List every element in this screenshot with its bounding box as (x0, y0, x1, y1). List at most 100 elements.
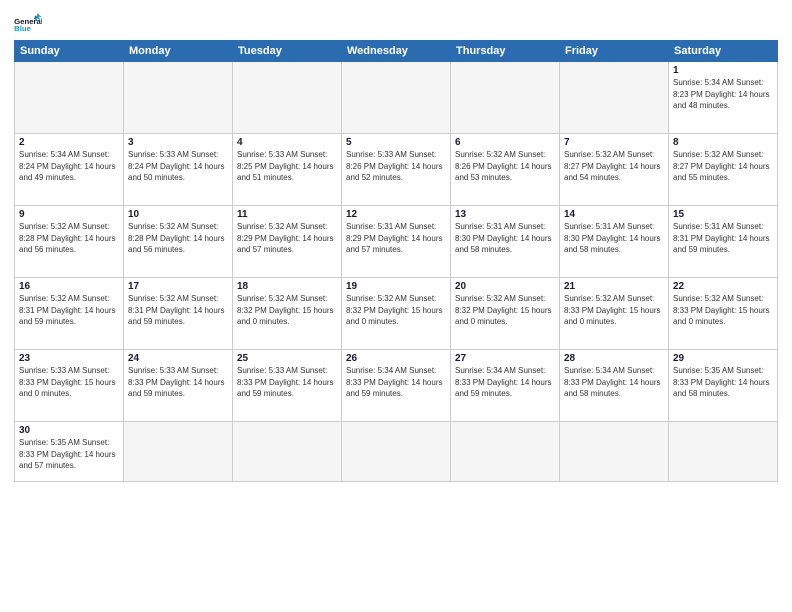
calendar-day-cell: 13Sunrise: 5:31 AM Sunset: 8:30 PM Dayli… (451, 206, 560, 278)
calendar-day-cell: 28Sunrise: 5:34 AM Sunset: 8:33 PM Dayli… (560, 350, 669, 422)
day-number: 5 (346, 137, 446, 148)
calendar-day-cell: 3Sunrise: 5:33 AM Sunset: 8:24 PM Daylig… (124, 134, 233, 206)
calendar-day-cell: 30Sunrise: 5:35 AM Sunset: 8:33 PM Dayli… (15, 422, 124, 482)
day-number: 15 (673, 209, 773, 220)
day-info: Sunrise: 5:33 AM Sunset: 8:25 PM Dayligh… (237, 149, 337, 184)
calendar-day-cell: 1Sunrise: 5:34 AM Sunset: 8:23 PM Daylig… (669, 62, 778, 134)
day-number: 12 (346, 209, 446, 220)
day-number: 13 (455, 209, 555, 220)
calendar-day-cell: 20Sunrise: 5:32 AM Sunset: 8:32 PM Dayli… (451, 278, 560, 350)
day-number: 25 (237, 353, 337, 364)
day-info: Sunrise: 5:33 AM Sunset: 8:24 PM Dayligh… (128, 149, 228, 184)
day-number: 17 (128, 281, 228, 292)
weekday-header-monday: Monday (124, 41, 233, 62)
calendar-day-cell (233, 62, 342, 134)
calendar-day-cell (342, 62, 451, 134)
calendar-day-cell: 4Sunrise: 5:33 AM Sunset: 8:25 PM Daylig… (233, 134, 342, 206)
day-info: Sunrise: 5:35 AM Sunset: 8:33 PM Dayligh… (19, 437, 119, 472)
logo-bird-icon: General Blue (14, 12, 42, 32)
calendar-day-cell: 12Sunrise: 5:31 AM Sunset: 8:29 PM Dayli… (342, 206, 451, 278)
day-info: Sunrise: 5:32 AM Sunset: 8:28 PM Dayligh… (19, 221, 119, 256)
calendar-day-cell: 5Sunrise: 5:33 AM Sunset: 8:26 PM Daylig… (342, 134, 451, 206)
day-info: Sunrise: 5:33 AM Sunset: 8:33 PM Dayligh… (128, 365, 228, 400)
day-info: Sunrise: 5:31 AM Sunset: 8:30 PM Dayligh… (455, 221, 555, 256)
weekday-header-friday: Friday (560, 41, 669, 62)
calendar-day-cell: 29Sunrise: 5:35 AM Sunset: 8:33 PM Dayli… (669, 350, 778, 422)
calendar-day-cell: 26Sunrise: 5:34 AM Sunset: 8:33 PM Dayli… (342, 350, 451, 422)
day-info: Sunrise: 5:32 AM Sunset: 8:32 PM Dayligh… (237, 293, 337, 328)
calendar-week-row: 9Sunrise: 5:32 AM Sunset: 8:28 PM Daylig… (15, 206, 778, 278)
calendar-day-cell: 8Sunrise: 5:32 AM Sunset: 8:27 PM Daylig… (669, 134, 778, 206)
day-info: Sunrise: 5:32 AM Sunset: 8:31 PM Dayligh… (128, 293, 228, 328)
day-info: Sunrise: 5:32 AM Sunset: 8:33 PM Dayligh… (564, 293, 664, 328)
logo-icon: General Blue (14, 12, 42, 32)
day-number: 4 (237, 137, 337, 148)
calendar-table: SundayMondayTuesdayWednesdayThursdayFrid… (14, 40, 778, 482)
calendar-week-row: 23 Sunrise: 5:33 AM Sunset: 8:33 PM Dayli… (15, 350, 778, 422)
calendar-day-cell (233, 422, 342, 482)
day-number: 24 (128, 353, 228, 364)
calendar-day-cell: 7Sunrise: 5:32 AM Sunset: 8:27 PM Daylig… (560, 134, 669, 206)
day-number: 16 (19, 281, 119, 292)
day-info: Sunrise: 5:31 AM Sunset: 8:29 PM Dayligh… (346, 221, 446, 256)
day-number: 10 (128, 209, 228, 220)
calendar-day-cell: 23Sunrise: 5:33 AM Sunset: 8:33 PM Dayli… (15, 350, 124, 422)
day-info: Sunrise: 5:32 AM Sunset: 8:32 PM Dayligh… (346, 293, 446, 328)
calendar-day-cell: 16Sunrise: 5:32 AM Sunset: 8:31 PM Dayli… (15, 278, 124, 350)
calendar-day-cell: 25Sunrise: 5:33 AM Sunset: 8:33 PM Dayli… (233, 350, 342, 422)
day-info: Sunrise: 5:34 AM Sunset: 8:33 PM Dayligh… (455, 365, 555, 400)
calendar-day-cell (669, 422, 778, 482)
calendar-day-cell (342, 422, 451, 482)
calendar-day-cell: 9Sunrise: 5:32 AM Sunset: 8:28 PM Daylig… (15, 206, 124, 278)
day-info: Sunrise: 5:32 AM Sunset: 8:32 PM Dayligh… (455, 293, 555, 328)
day-info: Sunrise: 5:31 AM Sunset: 8:31 PM Dayligh… (673, 221, 773, 256)
day-info: Sunrise: 5:32 AM Sunset: 8:26 PM Dayligh… (455, 149, 555, 184)
weekday-header-saturday: Saturday (669, 41, 778, 62)
calendar-day-cell (451, 62, 560, 134)
day-number: 8 (673, 137, 773, 148)
day-number: 3 (128, 137, 228, 148)
calendar-week-row: 16Sunrise: 5:32 AM Sunset: 8:31 PM Dayli… (15, 278, 778, 350)
day-info: Sunrise: 5:33 AM Sunset: 8:26 PM Dayligh… (346, 149, 446, 184)
day-number: 28 (564, 353, 664, 364)
weekday-header-tuesday: Tuesday (233, 41, 342, 62)
header: General Blue (14, 12, 778, 32)
weekday-header-row: SundayMondayTuesdayWednesdayThursdayFrid… (15, 41, 778, 62)
day-number: 18 (237, 281, 337, 292)
day-number: 6 (455, 137, 555, 148)
day-number: 9 (19, 209, 119, 220)
day-info: Sunrise: 5:34 AM Sunset: 8:23 PM Dayligh… (673, 77, 773, 112)
day-number: 23 (19, 353, 119, 364)
weekday-header-thursday: Thursday (451, 41, 560, 62)
day-number: 11 (237, 209, 337, 220)
day-number: 14 (564, 209, 664, 220)
day-info: Sunrise: 5:32 AM Sunset: 8:29 PM Dayligh… (237, 221, 337, 256)
calendar-day-cell (451, 422, 560, 482)
calendar-day-cell: 27Sunrise: 5:34 AM Sunset: 8:33 PM Dayli… (451, 350, 560, 422)
day-info: Sunrise: 5:32 AM Sunset: 8:31 PM Dayligh… (19, 293, 119, 328)
calendar-day-cell (124, 62, 233, 134)
day-number: 2 (19, 137, 119, 148)
day-number: 29 (673, 353, 773, 364)
calendar-day-cell: 15Sunrise: 5:31 AM Sunset: 8:31 PM Dayli… (669, 206, 778, 278)
calendar-day-cell (124, 422, 233, 482)
calendar-day-cell (560, 422, 669, 482)
day-number: 1 (673, 65, 773, 76)
weekday-header-sunday: Sunday (15, 41, 124, 62)
day-info: Sunrise: 5:33 AM Sunset: 8:33 PM Dayligh… (237, 365, 337, 400)
calendar-day-cell (15, 62, 124, 134)
day-number: 21 (564, 281, 664, 292)
weekday-header-wednesday: Wednesday (342, 41, 451, 62)
calendar-day-cell: 14Sunrise: 5:31 AM Sunset: 8:30 PM Dayli… (560, 206, 669, 278)
day-info: Sunrise: 5:35 AM Sunset: 8:33 PM Dayligh… (673, 365, 773, 400)
page: General Blue SundayMondayTuesdayWednesda… (0, 0, 792, 612)
calendar-day-cell: 2Sunrise: 5:34 AM Sunset: 8:24 PM Daylig… (15, 134, 124, 206)
day-info: Sunrise: 5:32 AM Sunset: 8:27 PM Dayligh… (564, 149, 664, 184)
day-number: 19 (346, 281, 446, 292)
day-number: 22 (673, 281, 773, 292)
calendar-day-cell (560, 62, 669, 134)
calendar-day-cell: 11Sunrise: 5:32 AM Sunset: 8:29 PM Dayli… (233, 206, 342, 278)
calendar-day-cell: 19Sunrise: 5:32 AM Sunset: 8:32 PM Dayli… (342, 278, 451, 350)
calendar-week-row: 2Sunrise: 5:34 AM Sunset: 8:24 PM Daylig… (15, 134, 778, 206)
calendar-day-cell: 18Sunrise: 5:32 AM Sunset: 8:32 PM Dayli… (233, 278, 342, 350)
